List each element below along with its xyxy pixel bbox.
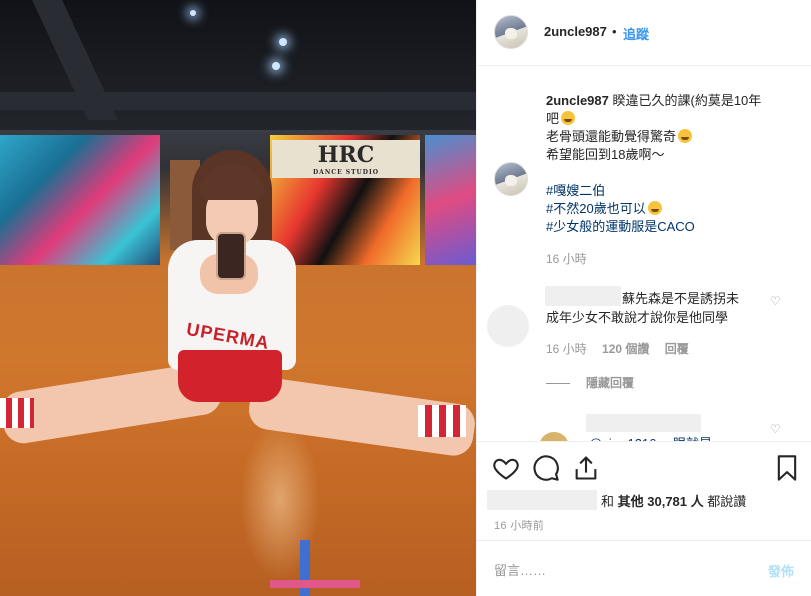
caption-timestamp[interactable]: 16 小時 [546,250,587,267]
likes-suffix: 都說讚 [707,494,747,509]
avatar[interactable] [494,15,528,49]
grin-emoji-icon [647,201,662,215]
heart-icon[interactable] [492,454,520,482]
comment-like-heart-icon[interactable]: ♡ [770,294,781,308]
laughing-emoji-icon [678,129,693,143]
likes-count[interactable]: 其他 30,781 人 [618,494,704,509]
comment-likes-count[interactable]: 120 個讚 [602,342,649,356]
caption-avatar[interactable] [494,162,528,196]
spot-light [190,10,196,16]
comment-text: 蘇先森是不是誘拐未 成年少女不敢說才說你是他同學 [546,289,766,327]
redacted-liker [487,490,597,510]
bookmark-icon[interactable] [773,454,801,482]
hide-replies-button[interactable]: 隱藏回覆 [546,374,634,391]
comment-icon[interactable] [532,454,560,482]
post-sidebar: 2uncle987 • 追蹤 2uncle987 睽違已久的課(約莫是10年 吧… [476,0,811,596]
commenter-avatar[interactable] [487,305,529,347]
comment-input[interactable] [494,559,734,581]
right-sock [418,405,466,437]
hashtag-link[interactable]: #嘎嫂二伯 [546,183,605,198]
comment-like-heart-icon[interactable]: ♡ [770,422,781,436]
shirt-text: UPERMA [184,318,272,354]
hashtag-link[interactable]: #少女般的運動服是CACO [546,219,695,234]
graffiti-wall-right [425,135,476,265]
spot-light [272,62,280,70]
ceiling-beam [0,92,476,110]
studio-sign-sub: DANCE STUDIO [312,169,380,176]
share-icon[interactable] [572,454,600,482]
hide-replies-label: 隱藏回覆 [586,376,635,390]
caption-username[interactable]: 2uncle987 [546,93,609,108]
studio-sign-text: HRC [317,142,375,168]
caption: 2uncle987 睽違已久的課(約莫是10年 吧 老骨頭還能動覺得驚奇 希望能… [546,92,786,236]
likes-summary[interactable]: 和 其他 30,781 人 都說讚 [487,490,746,510]
phone [216,232,246,280]
username-link[interactable]: 2uncle987 [544,24,607,39]
comment-timestamp[interactable]: 16 小時 [546,342,587,356]
caption-line-1: 睽違已久的課(約莫是10年 [612,93,762,108]
caption-line-3: 老骨頭還能動覺得驚奇 [546,129,677,144]
post-photo[interactable]: HRC DANCE STUDIO UPERMA [0,0,476,596]
reply-button[interactable]: 回覆 [665,342,689,356]
comment-bar: 發佈 [477,540,811,596]
comment-text-partial: @cirro1216 一眼就是 [589,433,712,441]
sweat-smile-emoji-icon [561,111,576,125]
studio-sign: HRC DANCE STUDIO [272,140,420,178]
separator-dot: • [612,24,617,39]
comment-text-2: 成年少女不敢說才說你是他同學 [546,310,729,325]
comments-section: 2uncle987 睽違已久的課(約莫是10年 吧 老骨頭還能動覺得驚奇 希望能… [477,67,811,441]
post-header: 2uncle987 • 追蹤 [477,0,811,66]
left-sock [0,398,34,428]
post-comment-button[interactable]: 發佈 [768,561,794,580]
comment-meta: 16 小時 120 個讚 回覆 [546,340,701,357]
graffiti-wall-left [0,135,160,265]
post-timestamp[interactable]: 16 小時前 [494,517,544,533]
redacted-username [586,414,701,432]
commenter-avatar[interactable] [539,432,569,441]
caption-line-4: 希望能回到18歲啊～ [546,147,665,162]
likes-and: 和 [601,494,615,509]
hashtag-link[interactable]: #不然20歲也可以 [546,201,646,216]
comment-text-1: 蘇先森是不是誘拐未 [622,291,740,306]
spot-light [279,38,287,46]
caption-line-2: 吧 [546,111,560,126]
floor-tape [270,540,360,596]
girl-shorts [178,350,282,402]
follow-button[interactable]: 追蹤 [623,24,649,43]
